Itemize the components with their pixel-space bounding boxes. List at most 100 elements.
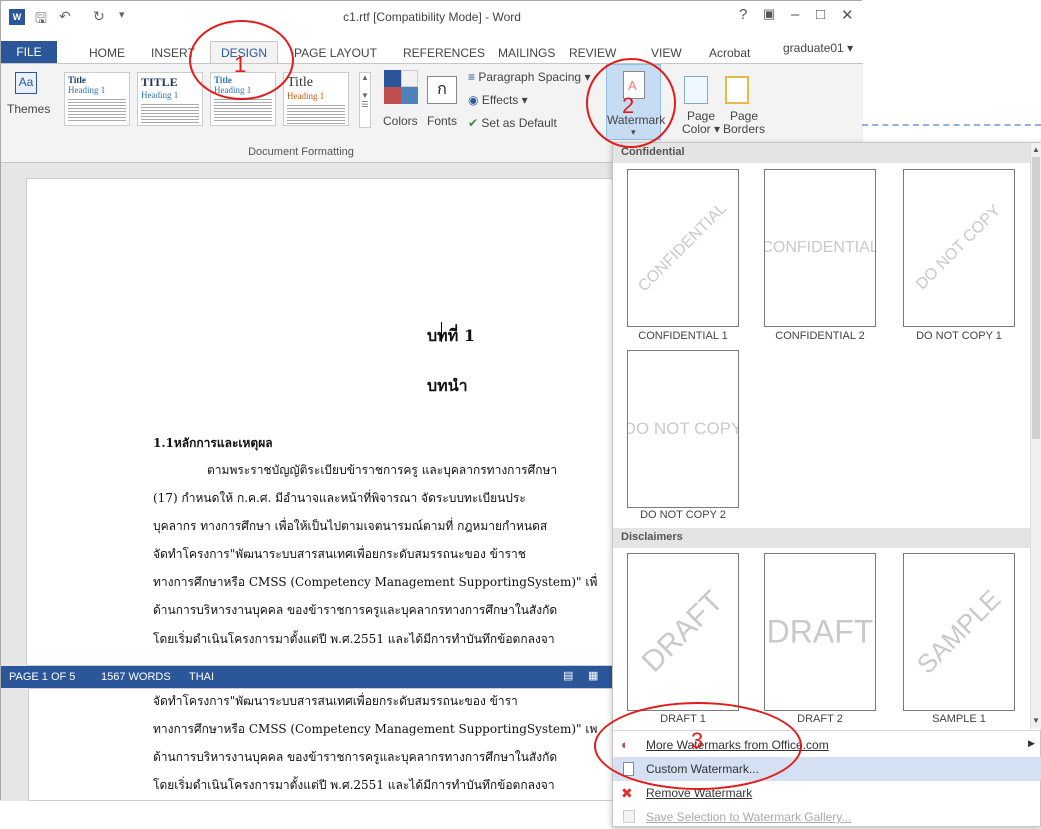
body-line: จัดทำโครงการ"พัฒนาระบบสารสนเทศเพื่อยกระด…	[153, 547, 526, 561]
user-name: graduate01	[783, 41, 844, 55]
tab-file[interactable]: FILE	[1, 41, 57, 64]
fonts-icon: ก	[427, 76, 457, 104]
watermark-caption: SAMPLE 1	[932, 713, 986, 725]
style-gallery-scroll[interactable]: ▲ ▼ ☰	[359, 72, 371, 128]
print-layout-icon[interactable]: ▦	[588, 669, 598, 682]
watermark-preview-text: DRAFT	[635, 584, 730, 679]
colors-button[interactable]: Colors	[383, 114, 418, 128]
watermark-preview-text: CONFIDENTIAL	[635, 200, 731, 296]
document-formatting-group-label: Document Formatting	[248, 146, 354, 158]
style-thumb-heading: Heading 1	[287, 91, 325, 101]
save-gallery-icon	[623, 810, 635, 823]
watermark-caption: DO NOT COPY 2	[640, 509, 726, 521]
gallery-scrollbar[interactable]: ▲ ▼	[1030, 143, 1041, 729]
scrollbar-thumb[interactable]	[1032, 157, 1040, 439]
section-heading: 1.1หลักการและเหตุผล	[153, 436, 273, 450]
help-button[interactable]: ?	[739, 6, 747, 23]
tab-home[interactable]: HOME	[89, 46, 125, 60]
watermark-option-do-not-copy-2[interactable]: DO NOT COPY	[627, 350, 739, 508]
ribbon-display-icon[interactable]: ▣	[763, 6, 775, 22]
paragraph-spacing-icon: ≡	[468, 70, 476, 84]
tab-acrobat[interactable]: Acrobat	[709, 46, 750, 60]
style-set-thumb-4[interactable]: Title Heading 1	[283, 72, 349, 126]
set-as-default-button[interactable]: ✔ Set as Default	[468, 116, 557, 130]
style-thumb-lines	[287, 103, 345, 125]
body-line: ด้านการบริหารงานบุคคล ของข้าราชการครูและ…	[153, 750, 558, 764]
chapter-heading: บทนำ	[427, 376, 468, 395]
tab-view[interactable]: VIEW	[651, 46, 682, 60]
read-mode-icon[interactable]: ▤	[563, 669, 573, 682]
body-line: ทางการศึกษาหรือ CMSS (Competency Managem…	[153, 722, 598, 736]
body-line: (17) กำหนดให้ ก.ค.ศ. มีอำนาจและหน้าที่พิ…	[153, 491, 526, 505]
body-line: ด้านการบริหารงานบุคคล ของข้าราชการครูและ…	[153, 603, 558, 617]
watermark-preview-text: DRAFT	[766, 613, 874, 650]
scroll-down-icon[interactable]: ▼	[1032, 716, 1040, 725]
annotation-number-1: 1	[234, 52, 247, 77]
tab-page-layout[interactable]: PAGE LAYOUT	[294, 46, 377, 60]
desktop-background	[862, 0, 1041, 142]
page-count[interactable]: PAGE 1 OF 5	[9, 671, 75, 683]
style-thumb-title: Title	[68, 75, 86, 85]
style-thumb-heading: Heading 1	[141, 90, 179, 100]
gallery-section-disclaimers: Disclaimers	[613, 528, 1030, 548]
tab-mailings[interactable]: MAILINGS	[498, 46, 555, 60]
style-thumb-lines	[141, 102, 199, 125]
annotation-number-2: 2	[622, 93, 635, 118]
tab-review[interactable]: REVIEW	[569, 46, 616, 60]
save-selection-menu-item[interactable]: Save Selection to Watermark Gallery...	[613, 805, 1041, 829]
effects-button[interactable]: ◉ Effects ▾	[468, 93, 528, 107]
submenu-arrow-icon: ▶	[1028, 738, 1035, 748]
page-borders-button[interactable]: Page Borders	[723, 110, 765, 136]
watermark-option-do-not-copy-1[interactable]: DO NOT COPY	[903, 169, 1015, 327]
ribbon-tabs: FILE HOME INSERT DESIGN PAGE LAYOUT REFE…	[1, 34, 863, 65]
style-thumb-heading: Heading 1	[68, 85, 106, 95]
page-color-button[interactable]: Page Color ▾	[682, 110, 720, 136]
watermark-option-confidential-2[interactable]: CONFIDENTIAL	[764, 169, 876, 327]
body-line: ตามพระราชบัญญัติระเบียบข้าราชการครู และบ…	[207, 463, 558, 477]
watermark-preview-text: DO NOT COPY	[627, 419, 739, 438]
watermark-option-draft-2[interactable]: DRAFT	[764, 553, 876, 711]
gallery-section-confidential: Confidential	[613, 143, 1030, 163]
effects-label: Effects	[481, 93, 519, 107]
body-line: โดยเริ่มดำเนินโครงการมาตั้งแต่ปี พ.ศ.255…	[153, 632, 555, 646]
themes-button[interactable]: Aa Themes	[7, 70, 50, 132]
close-icon[interactable]: ✕	[841, 6, 854, 24]
window-title: c1.rtf [Compatibility Mode] - Word	[343, 10, 521, 24]
menu-label: Save Selection to Watermark Gallery...	[646, 810, 852, 824]
watermark-caption: CONFIDENTIAL 2	[775, 330, 865, 342]
watermark-preview-text: CONFIDENTIAL	[764, 239, 876, 256]
page-color-icon	[684, 76, 708, 104]
page-color-label-2: Color	[682, 122, 711, 136]
word-count[interactable]: 1567 WORDS	[101, 671, 171, 683]
check-circle-icon: ✔	[468, 116, 479, 130]
page-boundary-line	[862, 124, 1041, 126]
watermark-option-confidential-1[interactable]: CONFIDENTIAL	[627, 169, 739, 327]
body-line: โดยเริ่มดำเนินโครงการมาตั้งแต่ปี พ.ศ.255…	[153, 778, 555, 792]
paragraph-spacing-label: Paragraph Spacing	[478, 70, 582, 84]
style-thumb-lines	[68, 97, 126, 121]
watermark-preview-text: SAMPLE	[910, 583, 1007, 680]
watermark-option-draft-1[interactable]: DRAFT	[627, 553, 739, 711]
minimize-icon[interactable]: –	[791, 6, 799, 23]
user-account[interactable]: graduate01 ▾	[783, 41, 853, 55]
set-as-default-label: Set as Default	[481, 116, 557, 130]
watermark-preview-text: DO NOT COPY	[913, 202, 1005, 294]
tab-references[interactable]: REFERENCES	[403, 46, 485, 60]
style-set-thumb-2[interactable]: TITLE Heading 1	[137, 72, 203, 126]
themes-label: Themes	[7, 102, 51, 116]
style-set-thumb-1[interactable]: Title Heading 1	[64, 72, 130, 126]
style-thumb-lines	[214, 97, 272, 121]
maximize-icon[interactable]: □	[816, 6, 825, 23]
body-line: ทางการศึกษาหรือ CMSS (Competency Managem…	[153, 575, 598, 589]
paragraph-spacing-button[interactable]: ≡ Paragraph Spacing ▾	[468, 70, 590, 84]
language-indicator[interactable]: THAI	[189, 671, 214, 683]
effects-icon: ◉	[468, 93, 479, 107]
scroll-up-icon[interactable]: ▲	[1032, 145, 1040, 154]
chapter-title: บทที่ 1	[427, 326, 475, 345]
watermark-caption: CONFIDENTIAL 1	[638, 330, 728, 342]
fonts-button[interactable]: Fonts	[427, 114, 457, 128]
body-line: จัดทำโครงการ"พัฒนาระบบสารสนเทศเพื่อยกระด…	[153, 694, 518, 708]
page-borders-label-2: Borders	[723, 122, 766, 136]
watermark-option-sample-1[interactable]: SAMPLE	[903, 553, 1015, 711]
page-borders-icon	[725, 76, 749, 104]
